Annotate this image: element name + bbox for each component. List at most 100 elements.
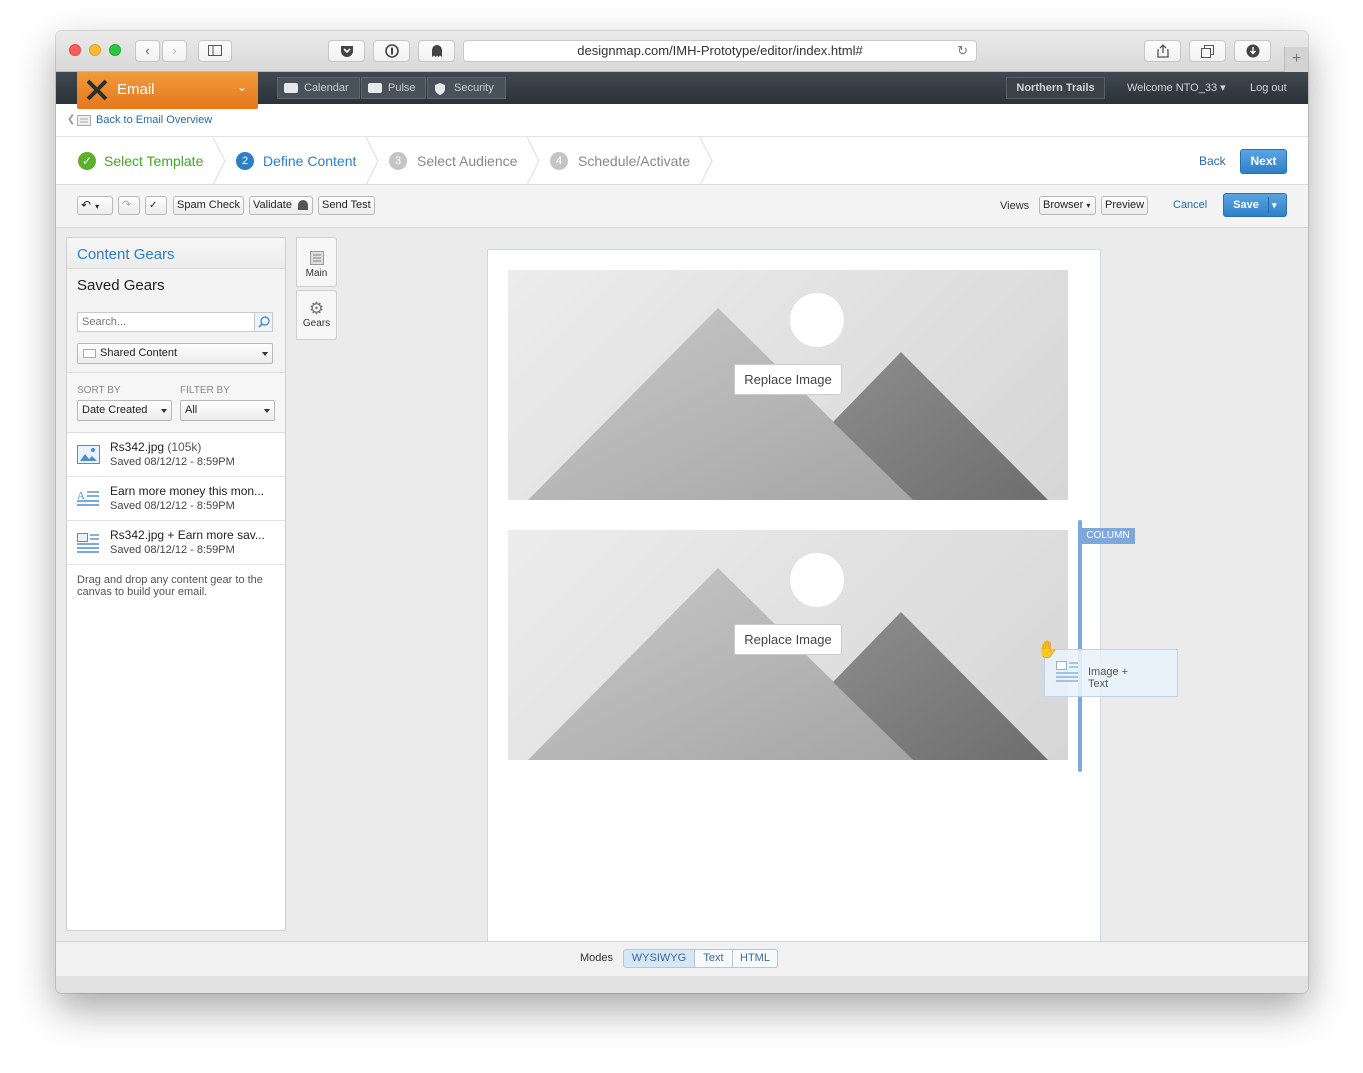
x-logo-icon bbox=[86, 79, 108, 101]
search-icon[interactable] bbox=[254, 313, 272, 331]
forward-nav-icon[interactable]: › bbox=[162, 40, 187, 62]
panel-subtitle: Saved Gears bbox=[77, 277, 165, 294]
views-label: Views bbox=[1000, 200, 1030, 212]
image-placeholder[interactable]: Replace Image bbox=[508, 270, 1068, 500]
new-tab-icon[interactable]: + bbox=[1284, 47, 1308, 72]
spellcheck-icon: ✓ bbox=[149, 200, 158, 211]
chevron-down-icon: ▾ bbox=[95, 202, 100, 211]
tab-gears[interactable]: ⚙ Gears bbox=[296, 290, 337, 340]
pocket-icon[interactable] bbox=[328, 40, 365, 62]
undo-icon: ↶ bbox=[81, 198, 92, 212]
minimize-window-icon[interactable] bbox=[89, 44, 101, 56]
zoom-window-icon[interactable] bbox=[109, 44, 121, 56]
send-test-button[interactable]: Send Test bbox=[318, 196, 375, 215]
gear-saved: Saved 08/12/12 - 8:59PM bbox=[110, 456, 235, 468]
spam-check-button[interactable]: Spam Check bbox=[173, 196, 244, 215]
gear-saved: Saved 08/12/12 - 8:59PM bbox=[110, 544, 235, 556]
validate-button[interactable]: Validate bbox=[249, 196, 313, 215]
reload-icon[interactable]: ↻ bbox=[957, 41, 968, 61]
dragged-gear-label-2: Text bbox=[1088, 678, 1109, 690]
nav-tab-calendar[interactable]: Calendar bbox=[277, 77, 360, 99]
tab-label: Gears bbox=[302, 318, 331, 329]
chevron-down-icon[interactable]: ▾ bbox=[1272, 194, 1277, 216]
email-canvas[interactable]: Replace Image Replace Image bbox=[487, 249, 1101, 944]
next-button[interactable]: Next bbox=[1240, 149, 1287, 174]
address-bar[interactable]: designmap.com/IMH-Prototype/editor/index… bbox=[463, 40, 977, 62]
views-select[interactable]: Browser ▾ bbox=[1039, 196, 1096, 215]
replace-image-button[interactable]: Replace Image bbox=[734, 364, 842, 395]
password-icon[interactable] bbox=[373, 40, 410, 62]
back-to-overview-link[interactable]: Back to Email Overview bbox=[96, 114, 212, 126]
filter-by-label: FILTER BY bbox=[180, 385, 230, 396]
bottom-strip bbox=[56, 976, 1308, 993]
step-schedule-activate[interactable]: 4 Schedule/Activate bbox=[550, 137, 700, 185]
mode-wysiwyg[interactable]: WYSIWYG bbox=[623, 949, 695, 968]
gear-search-input[interactable] bbox=[77, 312, 273, 332]
save-button[interactable]: Save ▾ bbox=[1223, 193, 1287, 217]
list-item[interactable]: Rs342.jpg (105k) Saved 08/12/12 - 8:59PM bbox=[67, 433, 285, 477]
welcome-menu[interactable]: Welcome NTO_33 ▾ bbox=[1127, 77, 1226, 99]
back-button[interactable]: Back bbox=[1199, 154, 1226, 168]
content-gears-panel: Content Gears Saved Gears Shared Content… bbox=[66, 237, 286, 931]
filter-select[interactable]: All bbox=[180, 400, 275, 421]
close-window-icon[interactable] bbox=[69, 44, 81, 56]
app-name: Email bbox=[117, 81, 155, 98]
list-item[interactable]: A Earn more money this mon... Saved 08/1… bbox=[67, 477, 285, 521]
undo-button[interactable]: ↶ ▾ bbox=[77, 196, 113, 215]
chevron-down-icon bbox=[161, 409, 167, 413]
panel-subheader: Saved Gears bbox=[67, 269, 285, 301]
image-icon bbox=[77, 445, 100, 464]
step-define-content[interactable]: 2 Define Content bbox=[236, 137, 361, 185]
step-label: Select Audience bbox=[417, 153, 518, 169]
tab-label: Main bbox=[305, 268, 328, 279]
url-text: designmap.com/IMH-Prototype/editor/index… bbox=[577, 43, 863, 58]
step-select-audience[interactable]: 3 Select Audience bbox=[389, 137, 524, 185]
nav-tab-security[interactable]: Security bbox=[427, 77, 506, 99]
org-button[interactable]: Northern Trails bbox=[1006, 77, 1105, 99]
sidebar-toggle-icon[interactable] bbox=[198, 40, 232, 62]
modes-bar: Modes WYSIWYG Text HTML bbox=[56, 941, 1308, 976]
logout-link[interactable]: Log out bbox=[1250, 77, 1287, 99]
mode-html[interactable]: HTML bbox=[732, 949, 778, 968]
step-number: 3 bbox=[389, 152, 407, 170]
preview-button[interactable]: Preview bbox=[1101, 196, 1149, 215]
step-divider bbox=[365, 137, 379, 185]
sort-select[interactable]: Date Created bbox=[77, 400, 172, 421]
text-icon: A bbox=[77, 490, 99, 506]
tabs-overview-icon[interactable] bbox=[1189, 40, 1226, 62]
sort-by-label: SORT BY bbox=[77, 385, 121, 396]
step-label: Select Template bbox=[104, 153, 204, 169]
image-text-icon bbox=[1056, 661, 1078, 682]
dragged-gear[interactable]: Image + Text bbox=[1044, 649, 1178, 697]
editor-workspace: Content Gears Saved Gears Shared Content… bbox=[56, 228, 1308, 944]
step-select-template[interactable]: ✓ Select Template bbox=[78, 137, 206, 185]
grab-cursor-icon: ✋ bbox=[1037, 640, 1059, 659]
step-divider bbox=[699, 137, 713, 185]
user-icon bbox=[298, 200, 308, 210]
mode-text[interactable]: Text bbox=[694, 949, 733, 968]
shield-icon bbox=[435, 83, 445, 95]
ghostery-icon[interactable] bbox=[418, 40, 455, 62]
gear-title: Rs342.jpg bbox=[110, 440, 165, 454]
cancel-button[interactable]: Cancel bbox=[1173, 199, 1207, 211]
tab-main[interactable]: Main bbox=[296, 237, 337, 287]
app-top-bar: Email ⌄ Calendar Pulse Security Northern… bbox=[56, 72, 1308, 109]
list-item[interactable]: Rs342.jpg + Earn more sav... Saved 08/12… bbox=[67, 521, 285, 565]
drag-hint: Drag and drop any content gear to the ca… bbox=[77, 574, 263, 598]
folder-select[interactable]: Shared Content bbox=[77, 343, 273, 364]
image-placeholder[interactable]: Replace Image bbox=[508, 530, 1068, 760]
wizard-steps: ✓ Select Template 2 Define Content 3 Sel… bbox=[56, 137, 1308, 185]
redo-button[interactable]: ↷ bbox=[118, 196, 140, 215]
share-icon[interactable] bbox=[1144, 40, 1181, 62]
download-icon[interactable] bbox=[1234, 40, 1271, 62]
step-divider bbox=[212, 137, 226, 185]
column-badge: COLUMN bbox=[1081, 528, 1135, 544]
chevron-down-icon: ⌄ bbox=[237, 80, 248, 94]
replace-image-button[interactable]: Replace Image bbox=[734, 624, 842, 655]
nav-tab-pulse[interactable]: Pulse bbox=[361, 77, 426, 99]
redo-icon: ↷ bbox=[122, 199, 132, 211]
back-nav-icon[interactable]: ‹ bbox=[135, 40, 160, 62]
spellcheck-button[interactable]: ✓ bbox=[145, 196, 167, 215]
chevron-down-icon bbox=[262, 352, 268, 356]
app-switcher-button[interactable]: Email ⌄ bbox=[77, 72, 258, 109]
